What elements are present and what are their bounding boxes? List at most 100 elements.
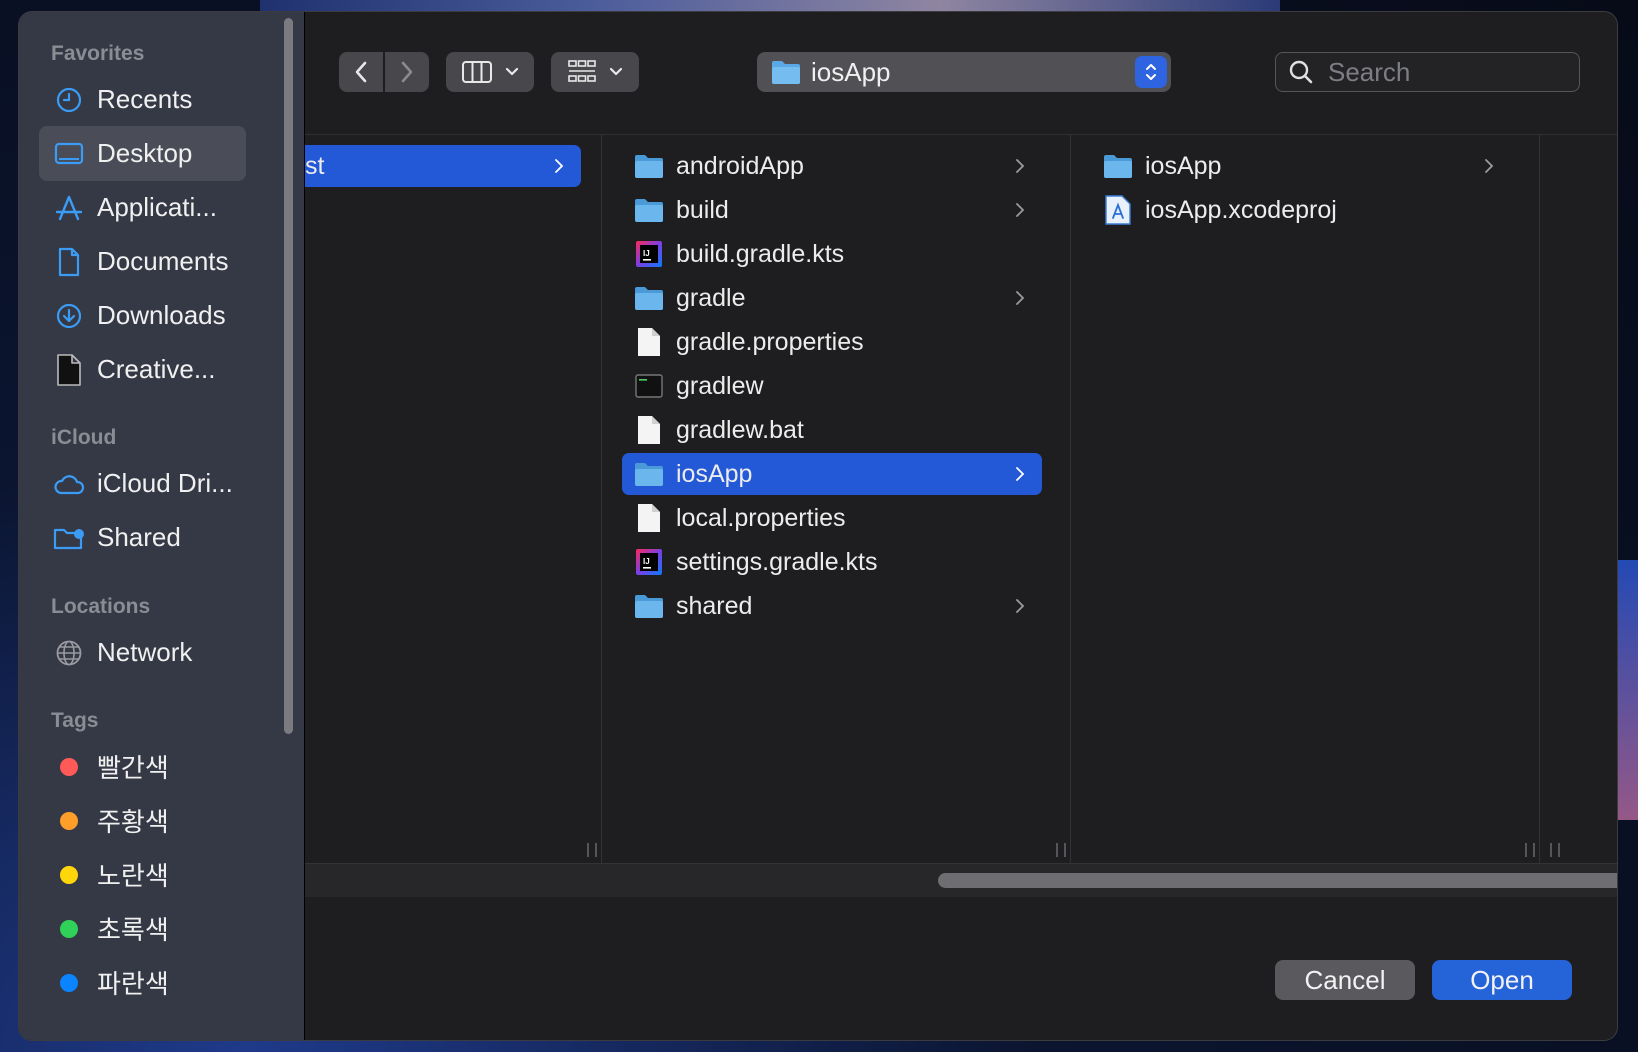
sidebar-item-desktop[interactable]: Desktop — [39, 126, 246, 181]
sidebar-item-creative[interactable]: Creative... — [39, 342, 246, 397]
sidebar-tag-green[interactable]: 초록색 — [39, 901, 246, 956]
sidebar-section-locations: Locations — [51, 595, 151, 618]
sidebar-scrollbar[interactable] — [284, 18, 293, 734]
list-item-label: local.properties — [676, 503, 846, 532]
terminal-exec-icon — [634, 371, 664, 401]
chevron-down-icon — [505, 67, 519, 76]
document-icon — [634, 503, 664, 533]
list-item[interactable]: local.properties — [622, 497, 1042, 539]
folder-icon — [634, 591, 664, 621]
sidebar-section-favorites: Favorites — [51, 42, 145, 65]
sidebar-item-recents[interactable]: Recents — [39, 72, 246, 127]
folder-icon — [772, 61, 800, 84]
sidebar-item-documents[interactable]: Documents — [39, 234, 246, 289]
xcode-project-icon — [1103, 195, 1133, 225]
cancel-button[interactable]: Cancel — [1275, 960, 1415, 1000]
column-resize-handle[interactable] — [1550, 843, 1560, 857]
list-item[interactable]: st — [305, 145, 581, 187]
cloud-icon — [53, 468, 85, 500]
sidebar-item-shared[interactable]: Shared — [39, 510, 246, 565]
sidebar-tag-red[interactable]: 빨간색 — [39, 739, 246, 794]
list-item-label: gradlew.bat — [676, 415, 804, 444]
sidebar-tag-yellow[interactable]: 노란색 — [39, 847, 246, 902]
path-popup-button[interactable]: iosApp — [757, 52, 1171, 92]
folder-icon — [634, 195, 664, 225]
forward-button[interactable] — [385, 52, 429, 92]
list-item-selected[interactable]: iosApp — [622, 453, 1042, 495]
chevron-right-icon — [1010, 155, 1030, 177]
sidebar-item-label: Documents — [97, 246, 229, 276]
column-resize-handle[interactable] — [587, 843, 597, 857]
sidebar-item-label: 초록색 — [97, 915, 169, 945]
list-item[interactable]: androidApp — [622, 145, 1042, 187]
sidebar-item-icloud-drive[interactable]: iCloud Dri... — [39, 456, 246, 511]
list-item-label: iosApp — [676, 459, 753, 488]
sidebar: Favorites Recents Desktop Applicati... D… — [19, 12, 305, 1040]
file-icon — [53, 353, 85, 386]
list-item[interactable]: build — [622, 189, 1042, 231]
chevron-left-icon — [355, 61, 367, 83]
search-field[interactable] — [1275, 52, 1580, 92]
view-mode-button[interactable] — [446, 52, 534, 92]
list-item[interactable]: gradlew — [622, 365, 1042, 407]
chevron-right-icon — [1010, 287, 1030, 309]
list-item[interactable]: gradle — [622, 277, 1042, 319]
list-item-label: gradle.properties — [676, 327, 864, 356]
chevron-right-icon — [401, 61, 413, 83]
chevron-right-icon — [1479, 155, 1499, 177]
folder-icon — [634, 459, 664, 489]
chevron-right-icon — [1010, 199, 1030, 221]
list-item-label: iosApp — [1145, 151, 1222, 180]
chevron-down-icon — [609, 67, 623, 76]
tag-dot-icon — [60, 865, 78, 884]
sidebar-item-label: Applicati... — [97, 192, 217, 222]
sidebar-section-tags: Tags — [51, 709, 99, 732]
svg-text:IJ: IJ — [643, 249, 650, 258]
sidebar-item-label: 노란색 — [97, 861, 169, 891]
sidebar-item-label: 파란색 — [97, 969, 169, 999]
list-item[interactable]: iosApp.xcodeproj — [1091, 189, 1511, 231]
list-item-label: gradle — [676, 283, 746, 312]
open-button[interactable]: Open — [1432, 960, 1572, 1000]
column-4 — [1540, 135, 1617, 863]
column-resize-handle[interactable] — [1525, 843, 1535, 857]
sidebar-tag-orange[interactable]: 주황색 — [39, 793, 246, 848]
back-button[interactable] — [339, 52, 383, 92]
sidebar-item-applications[interactable]: Applicati... — [39, 180, 246, 235]
list-item[interactable]: gradlew.bat — [622, 409, 1042, 451]
document-icon — [53, 246, 85, 278]
tag-dot-icon — [60, 973, 78, 992]
document-icon — [634, 327, 664, 357]
sidebar-tag-blue[interactable]: 파란색 — [39, 955, 246, 1010]
list-item-label: androidApp — [676, 151, 804, 180]
horizontal-scrollbar-thumb[interactable] — [938, 873, 1617, 888]
horizontal-scrollbar[interactable] — [305, 863, 1617, 897]
sidebar-item-label: Creative... — [97, 354, 216, 384]
tag-dot-icon — [60, 919, 78, 938]
sidebar-item-label: Downloads — [97, 300, 226, 330]
intellij-file-icon: IJ — [634, 547, 664, 577]
tag-dot-icon — [60, 811, 78, 830]
grid-icon — [568, 60, 596, 82]
chevron-right-icon — [549, 155, 569, 177]
tag-dot-icon — [60, 757, 78, 776]
desktop-icon — [53, 138, 85, 170]
group-button[interactable] — [551, 52, 639, 92]
list-item[interactable]: IJ build.gradle.kts — [622, 233, 1042, 275]
sidebar-item-label: iCloud Dri... — [97, 468, 233, 498]
sidebar-item-label: Desktop — [97, 138, 193, 168]
folder-icon — [634, 283, 664, 313]
list-item[interactable]: IJ settings.gradle.kts — [622, 541, 1042, 583]
sidebar-item-downloads[interactable]: Downloads — [39, 288, 246, 343]
list-item[interactable]: iosApp — [1091, 145, 1511, 187]
list-item-label: shared — [676, 591, 753, 620]
column-resize-handle[interactable] — [1056, 843, 1066, 857]
sidebar-item-network[interactable]: Network — [39, 625, 246, 680]
list-item[interactable]: shared — [622, 585, 1042, 627]
intellij-file-icon: IJ — [634, 239, 664, 269]
clock-icon — [53, 84, 85, 116]
columns-view-icon — [462, 61, 492, 83]
search-input[interactable] — [1326, 55, 1550, 89]
column-1: st — [305, 135, 602, 863]
list-item[interactable]: gradle.properties — [622, 321, 1042, 363]
